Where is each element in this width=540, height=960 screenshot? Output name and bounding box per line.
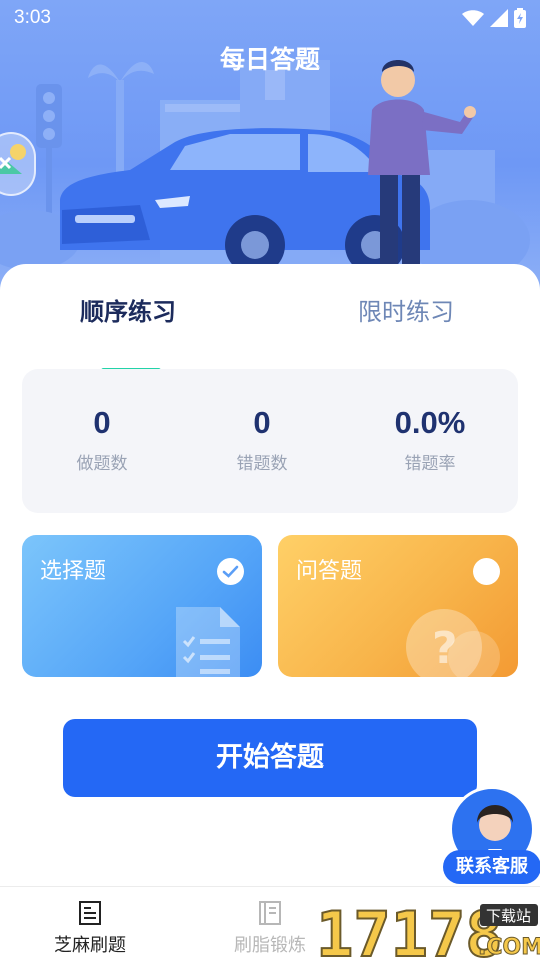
stat-error-rate-label: 错题率 (404, 454, 456, 474)
multiple-choice-card[interactable]: 选择题 (22, 535, 262, 677)
stats-panel: 0 做题数 0 错题数 0.0% 错题率 (22, 369, 518, 513)
stat-wrong: 0 错题数 (182, 405, 342, 474)
nav-label-zhima-practice: 芝麻刷题 (54, 935, 126, 956)
status-time: 3:03 (14, 7, 51, 28)
question-bubble-icon: ? (406, 609, 500, 677)
battery-icon (514, 8, 526, 28)
nav-label-fat-burn: 刷脂锻炼 (234, 935, 306, 956)
practice-tabs: 顺序练习 限时练习 (0, 292, 540, 373)
qa-card[interactable]: 问答题 ? (278, 535, 518, 677)
checklist-icon (176, 607, 240, 677)
tab-timed-practice[interactable]: 限时练习 (358, 292, 454, 327)
document-icon (79, 901, 101, 925)
tab-sequential-practice[interactable]: 顺序练习 (80, 292, 176, 327)
multiple-choice-label: 选择题 (40, 559, 107, 584)
page-title: 每日答题 (219, 45, 320, 74)
watermark-logo: 17178 下载站 .COM (315, 898, 540, 960)
qa-label: 问答题 (296, 559, 363, 584)
nav-item-fat-burn[interactable]: 刷脂锻炼 (210, 901, 330, 957)
hero-banner: 3:03 每日答题 (0, 0, 540, 300)
svg-text:?: ? (432, 623, 458, 674)
nav-item-zhima-practice[interactable]: 芝麻刷题 (30, 901, 150, 957)
signal-icon (490, 9, 508, 27)
wifi-icon (462, 10, 484, 26)
watermark-suffix: .COM (478, 935, 540, 960)
stat-wrong-label: 错题数 (236, 454, 288, 474)
image-icon (0, 144, 26, 174)
customer-service-label: 联系客服 (443, 850, 540, 884)
stat-error-rate: 0.0% 错题率 (350, 405, 510, 474)
stat-wrong-value: 0 (253, 405, 271, 440)
status-bar: 3:03 (0, 0, 540, 36)
watermark-number: 17178 (316, 898, 503, 960)
stat-answered-label: 做题数 (76, 454, 128, 474)
stat-answered-value: 0 (93, 405, 111, 440)
stat-answered: 0 做题数 (22, 405, 182, 474)
check-icon (217, 558, 244, 585)
radio-icon (473, 558, 500, 585)
customer-service-button[interactable]: 联系客服 (443, 784, 540, 888)
notebook-icon (259, 901, 281, 925)
start-answering-button[interactable]: 开始答题 (63, 719, 477, 797)
watermark-badge: 下载站 (486, 907, 531, 925)
side-image-tab[interactable] (0, 132, 36, 196)
stat-error-rate-value: 0.0% (394, 405, 466, 440)
